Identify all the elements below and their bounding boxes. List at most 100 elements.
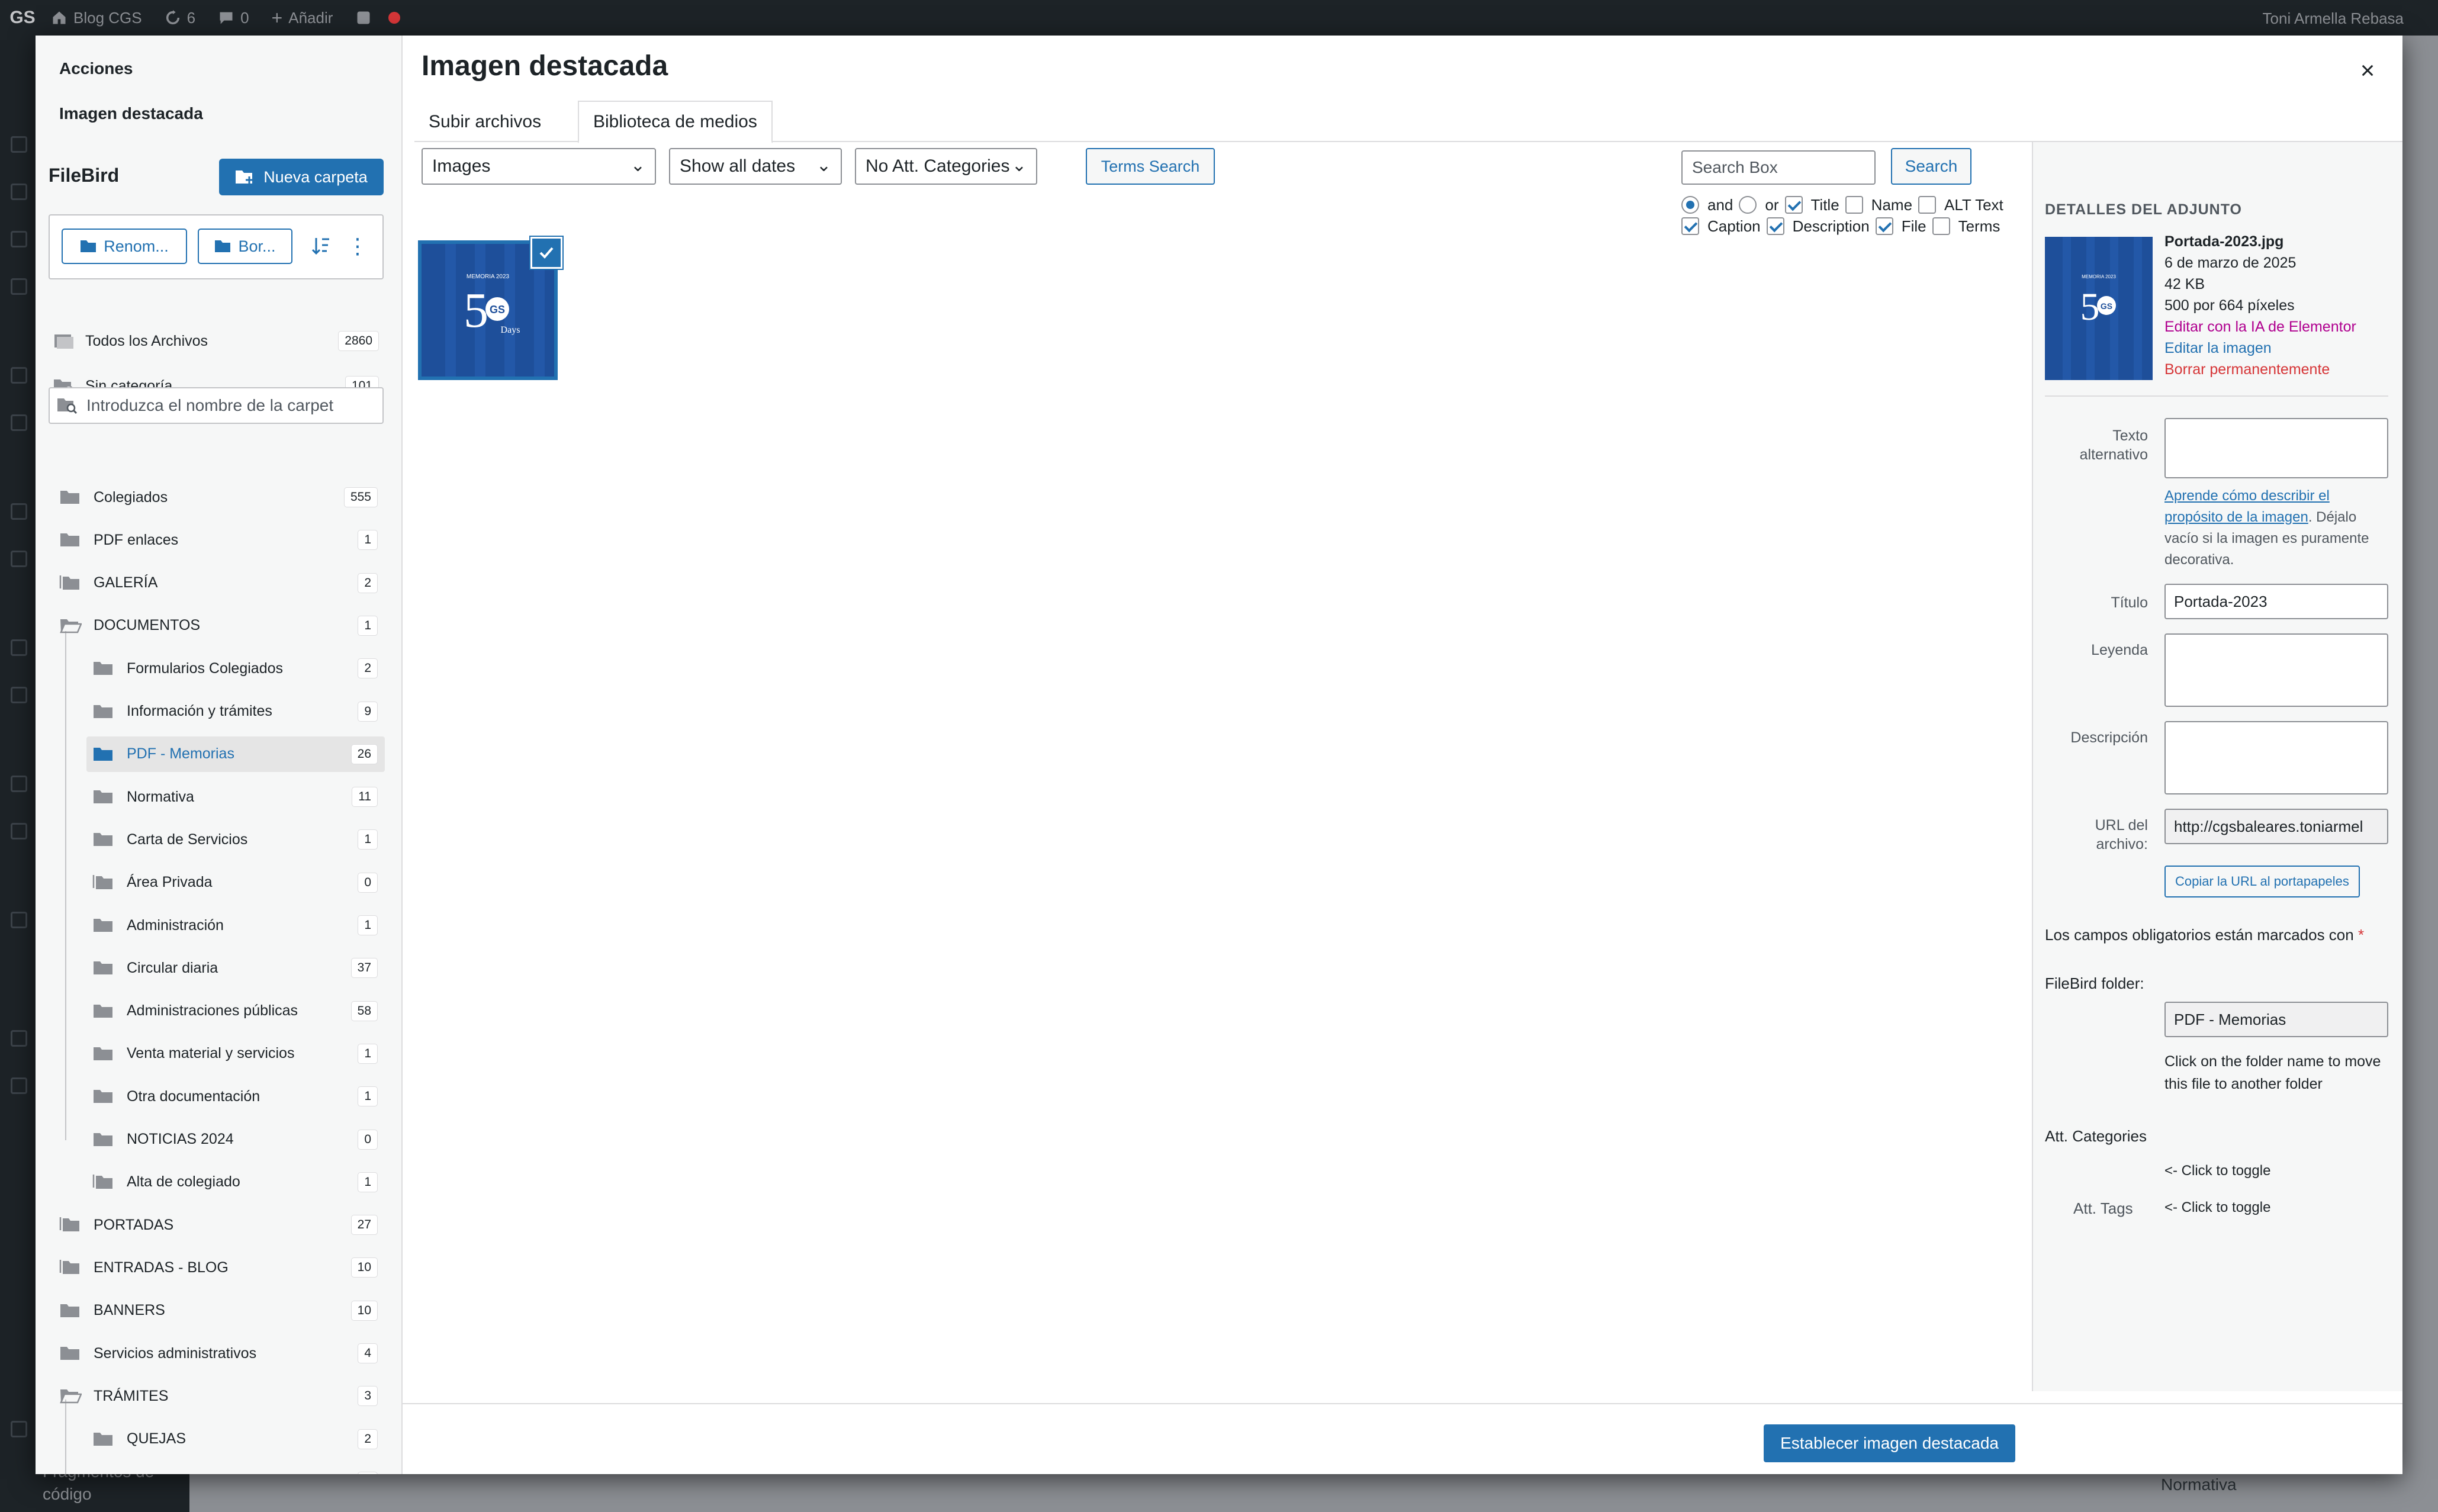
- menu-icon: [11, 184, 27, 200]
- search-options-row-1: and or Title Name ALT Text: [1681, 194, 2009, 215]
- radio-or[interactable]: [1739, 196, 1757, 214]
- folder-item[interactable]: BANNERS 10: [53, 1293, 385, 1328]
- folder-search: [49, 387, 384, 424]
- edit-with-ai-link[interactable]: Editar con la IA de Elementor: [2164, 319, 2356, 336]
- admin-bar-site[interactable]: Blog CGS: [51, 9, 142, 27]
- folder-item[interactable]: PORTADAS 27: [53, 1207, 385, 1243]
- all-files-count: 2860: [338, 331, 379, 351]
- admin-bar-comments[interactable]: 0: [218, 9, 249, 27]
- option-alt[interactable]: ALT Text: [1918, 196, 2003, 214]
- plus-icon: +: [271, 7, 283, 28]
- folder-item[interactable]: TRÁMITES 3: [53, 1378, 385, 1414]
- menu-actions[interactable]: Acciones: [59, 59, 133, 78]
- checkbox-title[interactable]: [1784, 196, 1803, 214]
- option-terms[interactable]: Terms: [1932, 217, 2000, 236]
- set-featured-image-button[interactable]: Establecer imagen destacada: [1764, 1424, 2015, 1462]
- more-options-button[interactable]: ⋮: [340, 229, 375, 264]
- folder-search-input[interactable]: [86, 396, 371, 415]
- rename-label: Renom...: [104, 237, 169, 255]
- new-folder-button[interactable]: Nueva carpeta: [219, 159, 384, 195]
- all-files-row[interactable]: Todos los Archivos 2860: [53, 323, 386, 359]
- date-filter-select[interactable]: Show all dates ⌄: [669, 148, 842, 185]
- folder-item[interactable]: PDF - Memorias 26: [86, 736, 385, 772]
- caption-input[interactable]: [2164, 633, 2388, 707]
- folder-item[interactable]: Carta de Servicios 1: [86, 822, 385, 857]
- checkbox-terms[interactable]: [1932, 217, 1950, 235]
- tab-upload[interactable]: Subir archivos: [414, 101, 555, 143]
- category-filter-select[interactable]: No Att. Categories ⌄: [855, 148, 1037, 185]
- folder-item[interactable]: Circular diaria 37: [86, 950, 385, 986]
- option-and[interactable]: and: [1681, 196, 1733, 214]
- details-divider: [2045, 395, 2388, 397]
- folder-item[interactable]: Colegiados 555: [53, 480, 385, 515]
- close-button[interactable]: ×: [2353, 56, 2382, 85]
- folder-item[interactable]: Baja Colegiado 1: [86, 1464, 385, 1474]
- folder-item[interactable]: ENTRADAS - BLOG 10: [53, 1250, 385, 1285]
- checkbox-description[interactable]: [1766, 217, 1784, 235]
- filebird-folder-help: Click on the folder name to move this fi…: [2164, 1053, 2381, 1092]
- folder-item[interactable]: Formularios Colegiados 2: [86, 651, 385, 686]
- menu-featured-image[interactable]: Imagen destacada: [59, 104, 203, 123]
- folder-icon: [94, 919, 112, 932]
- title-input[interactable]: [2164, 584, 2388, 619]
- option-description[interactable]: Description: [1766, 217, 1870, 236]
- folder-item[interactable]: Normativa 11: [86, 779, 385, 815]
- type-filter-select[interactable]: Images ⌄: [422, 148, 656, 185]
- folder-open-icon: [60, 619, 82, 633]
- checkbox-alt[interactable]: [1918, 196, 1937, 214]
- folder-item[interactable]: QUEJAS 2: [86, 1421, 385, 1457]
- folder-item[interactable]: GALERÍA 2: [53, 565, 385, 601]
- folder-item[interactable]: Servicios administrativos 4: [53, 1336, 385, 1371]
- folder-item[interactable]: Administraciones públicas 58: [86, 993, 385, 1029]
- att-tags-toggle[interactable]: <- Click to toggle: [2164, 1199, 2270, 1216]
- file-url-input[interactable]: [2164, 809, 2388, 844]
- option-name[interactable]: Name: [1845, 196, 1912, 214]
- admin-bar-plugin[interactable]: [355, 9, 401, 26]
- folder-label: DOCUMENTOS: [94, 617, 201, 634]
- option-caption[interactable]: Caption: [1681, 217, 1761, 236]
- admin-bar-user[interactable]: Toni Armella Rebasa: [2263, 9, 2404, 28]
- selected-check-button[interactable]: [530, 237, 562, 269]
- admin-bar-updates[interactable]: 6: [165, 9, 195, 27]
- checkbox-file[interactable]: [1875, 217, 1893, 235]
- option-or[interactable]: or: [1739, 196, 1779, 214]
- filebird-folder-input[interactable]: [2164, 1002, 2388, 1037]
- radio-and[interactable]: [1681, 196, 1699, 214]
- checkbox-caption[interactable]: [1681, 217, 1699, 235]
- tab-media-library[interactable]: Biblioteca de medios: [578, 101, 773, 143]
- sort-button[interactable]: [303, 229, 339, 264]
- folder-item[interactable]: Área Privada 0: [86, 865, 385, 900]
- att-categories-toggle[interactable]: <- Click to toggle: [2164, 1163, 2270, 1179]
- rename-folder-button[interactable]: Renom...: [62, 229, 187, 264]
- menu-item-snippets-2[interactable]: código: [43, 1485, 92, 1504]
- site-logo[interactable]: GS: [6, 0, 39, 36]
- folder-icon: [60, 1347, 79, 1360]
- copy-url-button[interactable]: Copiar la URL al portapapeles: [2164, 866, 2360, 897]
- checkbox-name[interactable]: [1845, 196, 1863, 214]
- description-input[interactable]: [2164, 721, 2388, 794]
- bg-checkbox-label: Normativa: [2161, 1475, 2237, 1494]
- folder-item[interactable]: Información y trámites 9: [86, 694, 385, 729]
- option-terms-label: Terms: [1958, 217, 2000, 235]
- search-button[interactable]: Search: [1891, 148, 1971, 185]
- delete-folder-button[interactable]: Bor...: [198, 229, 292, 264]
- delete-permanently-link[interactable]: Borrar permanentemente: [2164, 361, 2330, 378]
- folder-item[interactable]: Alta de colegiado 1: [86, 1164, 385, 1200]
- folder-item[interactable]: Otra documentación 1: [86, 1079, 385, 1114]
- folder-count: 1: [358, 615, 378, 636]
- folder-item[interactable]: PDF enlaces 1: [53, 522, 385, 558]
- edit-image-link[interactable]: Editar la imagen: [2164, 340, 2272, 357]
- attachment-dimensions: 500 por 664 píxeles: [2164, 297, 2295, 314]
- folder-item[interactable]: Venta material y servicios 1: [86, 1036, 385, 1072]
- terms-search-button[interactable]: Terms Search: [1086, 148, 1215, 185]
- alt-help-link[interactable]: Aprende cómo describir el propósito de l…: [2164, 488, 2330, 525]
- folder-edit-icon: [81, 240, 97, 252]
- folder-item[interactable]: DOCUMENTOS 1: [53, 608, 385, 644]
- media-search-input[interactable]: [1681, 150, 1876, 185]
- option-file[interactable]: File: [1875, 217, 1926, 236]
- option-title[interactable]: Title: [1784, 196, 1839, 214]
- folder-item[interactable]: Administración 1: [86, 908, 385, 943]
- admin-bar-new[interactable]: + Añadir: [272, 7, 333, 29]
- folder-item[interactable]: NOTICIAS 2024 0: [86, 1122, 385, 1157]
- alt-text-input[interactable]: [2164, 418, 2388, 478]
